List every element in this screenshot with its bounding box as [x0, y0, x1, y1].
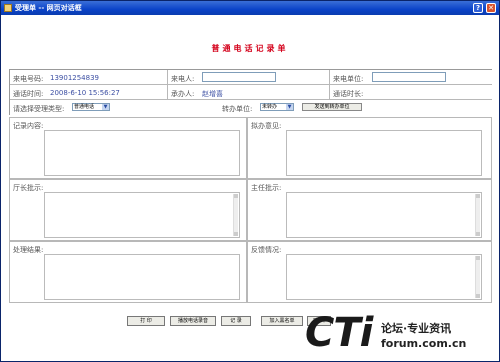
- chief-instruction-label: 主任批示:: [251, 184, 282, 192]
- caller-cell: 来电人:: [168, 70, 330, 85]
- caller-number-cell: 来电号码: 13901254839: [10, 70, 168, 85]
- call-duration-cell: 通话时长:: [330, 85, 492, 100]
- transfer-select-value: 未转办: [262, 104, 278, 110]
- send-to-unit-button[interactable]: 发送到转办单位: [302, 103, 362, 111]
- scrollbar[interactable]: [475, 256, 480, 298]
- chief-instruction-textarea[interactable]: [286, 192, 482, 238]
- proposal-label: 拟办意见:: [251, 122, 282, 130]
- info-grid: 来电号码: 13901254839 来电人: 来电单位: 通话时间: 2008-…: [9, 69, 492, 115]
- record-button[interactable]: 记 录: [221, 316, 251, 326]
- proposal-textarea[interactable]: [286, 130, 482, 176]
- caller-number-value: 13901254839: [50, 74, 99, 82]
- form-title: 普通电话记录单: [211, 44, 289, 53]
- type-label: 请选择受理类型:: [13, 105, 65, 113]
- transfer-label: 转办单位:: [222, 105, 253, 113]
- handler-value: 赵增喜: [202, 90, 223, 98]
- blacklist-button[interactable]: 加入黑名单: [261, 316, 303, 326]
- title-bar[interactable]: 受理单 -- 网页对话框 ? ✕: [1, 1, 499, 15]
- close-icon[interactable]: ✕: [486, 3, 496, 13]
- chief-instruction-section: 主任批示:: [247, 179, 492, 241]
- cti-logo: CTi: [305, 310, 373, 356]
- handler-cell: 承办人: 赵增喜: [168, 85, 330, 100]
- scrollbar[interactable]: [475, 194, 480, 236]
- call-time-value: 2008-6-10 15:56:27: [50, 89, 120, 97]
- watermark-tagline: 论坛·专业资讯: [381, 322, 452, 335]
- director-instruction-section: 厅长批示:: [9, 179, 247, 241]
- result-label: 处理结果:: [13, 246, 44, 254]
- record-content-textarea[interactable]: [44, 130, 240, 176]
- play-recording-button[interactable]: 播放电话录音: [170, 316, 216, 326]
- type-row: 请选择受理类型: 普通电话 ▼ 转办单位: 未转办 ▼ 发送到转办单位: [10, 100, 492, 115]
- call-time-cell: 通话时间: 2008-6-10 15:56:27: [10, 85, 168, 100]
- feedback-section: 反馈情况:: [247, 241, 492, 303]
- chevron-down-icon[interactable]: ▼: [102, 104, 109, 110]
- record-content-section: 记录内容:: [9, 117, 247, 179]
- caller-label: 来电人:: [171, 75, 195, 83]
- type-select-value: 普通电话: [74, 104, 95, 110]
- type-select[interactable]: 普通电话 ▼: [72, 103, 110, 111]
- scrollbar[interactable]: [233, 194, 238, 236]
- caller-unit-input[interactable]: [372, 72, 446, 82]
- call-duration-label: 通话时长:: [333, 90, 364, 98]
- window-title: 受理单 -- 网页对话框: [15, 4, 82, 12]
- feedback-textarea[interactable]: [286, 254, 482, 300]
- result-textarea[interactable]: [44, 254, 240, 300]
- result-section: 处理结果:: [9, 241, 247, 303]
- transfer-select[interactable]: 未转办 ▼: [260, 103, 294, 111]
- caller-number-label: 来电号码:: [13, 75, 44, 83]
- forum-watermark: CTi 论坛·专业资讯 forum.com.cn: [305, 311, 485, 355]
- chevron-down-icon[interactable]: ▼: [286, 104, 293, 110]
- logo-text: CTi: [305, 310, 373, 356]
- watermark-url: forum.com.cn: [381, 337, 467, 350]
- caller-input[interactable]: [202, 72, 276, 82]
- proposal-section: 拟办意见:: [247, 117, 492, 179]
- record-content-label: 记录内容:: [13, 122, 44, 130]
- director-instruction-label: 厅长批示:: [13, 184, 44, 192]
- help-icon[interactable]: ?: [473, 3, 483, 13]
- app-icon: [4, 4, 12, 12]
- dialog-window: 受理单 -- 网页对话框 ? ✕ 普通电话记录单 来电号码: 139012548…: [0, 0, 500, 362]
- print-button[interactable]: 打 印: [127, 316, 165, 326]
- handler-label: 承办人:: [171, 90, 195, 98]
- caller-unit-cell: 来电单位:: [330, 70, 492, 85]
- feedback-label: 反馈情况:: [251, 246, 282, 254]
- director-instruction-textarea[interactable]: [44, 192, 240, 238]
- call-time-label: 通话时间:: [13, 90, 44, 98]
- caller-unit-label: 来电单位:: [333, 75, 364, 83]
